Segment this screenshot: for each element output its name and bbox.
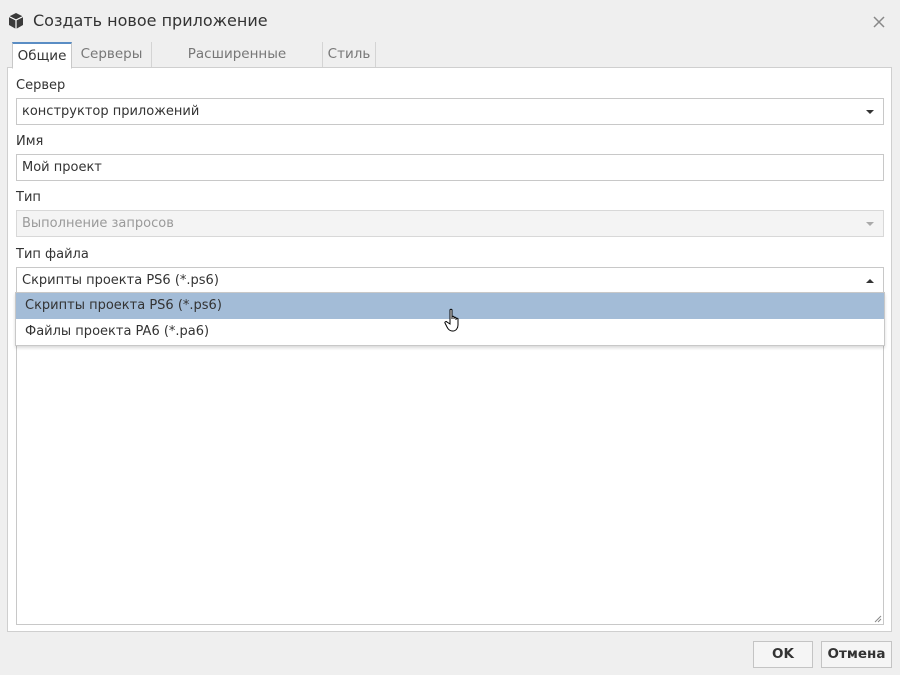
resize-handle-icon[interactable] [874, 615, 882, 623]
chevron-down-icon [866, 110, 874, 114]
server-select[interactable]: конструктор приложений [16, 98, 884, 125]
chevron-down-icon [866, 222, 874, 226]
tab-advanced-settings[interactable]: Расширенные настройки [152, 42, 323, 87]
tab-general[interactable]: Общие [12, 42, 72, 69]
file-type-label: Тип файла [16, 247, 89, 262]
close-icon[interactable] [869, 12, 889, 32]
ok-button[interactable]: OK [753, 641, 813, 668]
cancel-button[interactable]: Отмена [821, 641, 892, 668]
dialog-header: Создать новое приложение [0, 0, 900, 42]
file-type-value: Скрипты проекта PS6 (*.ps6) [22, 273, 219, 288]
server-value: конструктор приложений [22, 104, 200, 119]
name-label: Имя [16, 134, 44, 149]
file-type-select[interactable]: Скрипты проекта PS6 (*.ps6) [16, 267, 884, 294]
type-value: Выполнение запросов [22, 216, 174, 231]
cube-icon [8, 13, 24, 29]
chevron-up-icon [866, 279, 874, 283]
server-label: Сервер [16, 78, 66, 93]
dialog-title: Создать новое приложение [33, 11, 268, 30]
description-textarea[interactable] [16, 345, 884, 625]
hand-pointer-icon [444, 308, 459, 332]
tab-servers[interactable]: Серверы [72, 42, 152, 67]
tab-style[interactable]: Стиль [323, 42, 376, 67]
type-select: Выполнение запросов [16, 210, 884, 237]
name-value: Мой проект [22, 160, 102, 175]
name-input[interactable]: Мой проект [16, 154, 884, 181]
type-label: Тип [16, 190, 41, 205]
